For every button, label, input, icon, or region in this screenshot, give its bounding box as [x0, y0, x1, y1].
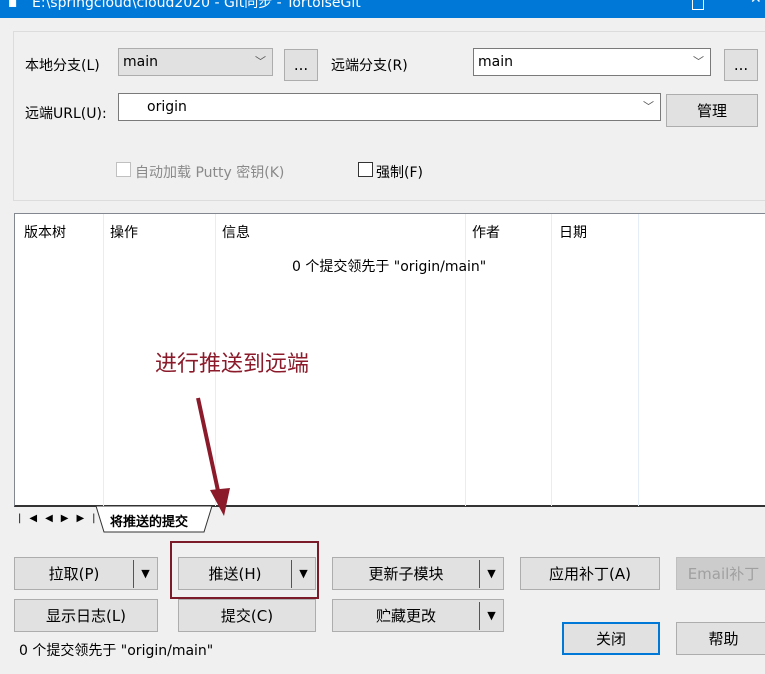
column-header-message[interactable]: 信息 [222, 222, 250, 242]
remote-url-value: origin [147, 99, 187, 115]
pull-button[interactable]: 拉取(P) ▼ [14, 557, 158, 590]
commit-list[interactable]: 版本树 操作 信息 作者 日期 0 个提交领先于 "origin/main" [14, 213, 765, 507]
column-header-date[interactable]: 日期 [559, 222, 587, 242]
window-title: E:\springcloud\cloud2020 - Git同步 - Torto… [32, 0, 361, 11]
maximize-icon[interactable] [692, 0, 704, 10]
pull-label: 拉取(P) [48, 565, 100, 583]
title-bar: ▪ E:\springcloud\cloud2020 - Git同步 - Tor… [0, 0, 765, 18]
remote-branch-select[interactable]: main ﹀ [473, 48, 711, 76]
push-label: 推送(H) [208, 565, 262, 583]
stash-button[interactable]: 贮藏更改 ▼ [332, 599, 504, 632]
close-icon[interactable]: ✕ [750, 0, 762, 6]
local-branch-select[interactable]: main ﹀ [118, 48, 273, 76]
status-text: 0 个提交领先于 "origin/main" [19, 643, 214, 659]
help-button[interactable]: 帮助 [676, 622, 765, 655]
annotation-arrow-icon [196, 397, 230, 516]
autoload-putty-checkbox[interactable] [116, 162, 131, 177]
force-checkbox[interactable] [358, 162, 373, 177]
apply-patch-button[interactable]: 应用补丁(A) [520, 557, 660, 590]
tab-nav: |◀◀▶▶| [18, 513, 104, 524]
push-button[interactable]: 推送(H) ▼ [178, 557, 316, 590]
local-branch-label: 本地分支(L) [25, 58, 100, 74]
update-submodules-button[interactable]: 更新子模块 ▼ [332, 557, 504, 590]
manage-button[interactable]: 管理 [666, 94, 758, 127]
tab-commits-to-push[interactable]: 将推送的提交 [110, 511, 188, 530]
remote-url-label: 远端URL(U): [25, 106, 107, 122]
annotation-text: 进行推送到远端 [155, 352, 310, 377]
remote-branch-browse-button[interactable]: ... [724, 49, 758, 81]
remote-url-select[interactable]: origin ﹀ [118, 93, 661, 121]
remote-branch-value: main [478, 54, 513, 70]
dropdown-arrow-icon[interactable]: ▼ [291, 559, 315, 588]
email-patch-button[interactable]: Email补丁 [676, 557, 765, 590]
local-branch-browse-button[interactable]: ... [284, 49, 318, 81]
chevron-down-icon: ﹀ [693, 55, 704, 68]
dropdown-arrow-icon[interactable]: ▼ [479, 601, 503, 630]
column-header-action[interactable]: 操作 [110, 222, 138, 242]
stash-label: 贮藏更改 [375, 607, 436, 625]
prev-tab-icon[interactable]: ◀ [45, 513, 61, 524]
column-header-graph[interactable]: 版本树 [24, 222, 66, 242]
remote-branch-label: 远端分支(R) [331, 58, 408, 74]
chevron-down-icon: ﹀ [255, 55, 266, 68]
column-divider [103, 214, 104, 506]
app-icon: ▪ [8, 0, 18, 11]
column-header-author[interactable]: 作者 [472, 222, 500, 242]
local-branch-value: main [123, 54, 158, 70]
force-label: 强制(F) [376, 165, 423, 181]
list-empty-message: 0 个提交领先于 "origin/main" [292, 259, 487, 275]
column-divider [638, 214, 639, 506]
close-button[interactable]: 关闭 [562, 622, 660, 655]
column-divider [551, 214, 552, 506]
dropdown-arrow-icon[interactable]: ▼ [133, 559, 157, 588]
update-submodules-label: 更新子模块 [368, 565, 444, 583]
next-tab-icon[interactable]: ▶ [61, 513, 77, 524]
show-log-button[interactable]: 显示日志(L) [14, 599, 158, 632]
chevron-down-icon: ﹀ [643, 100, 654, 113]
commit-button[interactable]: 提交(C) [178, 599, 316, 632]
autoload-putty-label: 自动加载 Putty 密钥(K) [135, 165, 285, 181]
first-tab-icon[interactable]: |◀ [18, 513, 45, 524]
dropdown-arrow-icon[interactable]: ▼ [479, 559, 503, 588]
